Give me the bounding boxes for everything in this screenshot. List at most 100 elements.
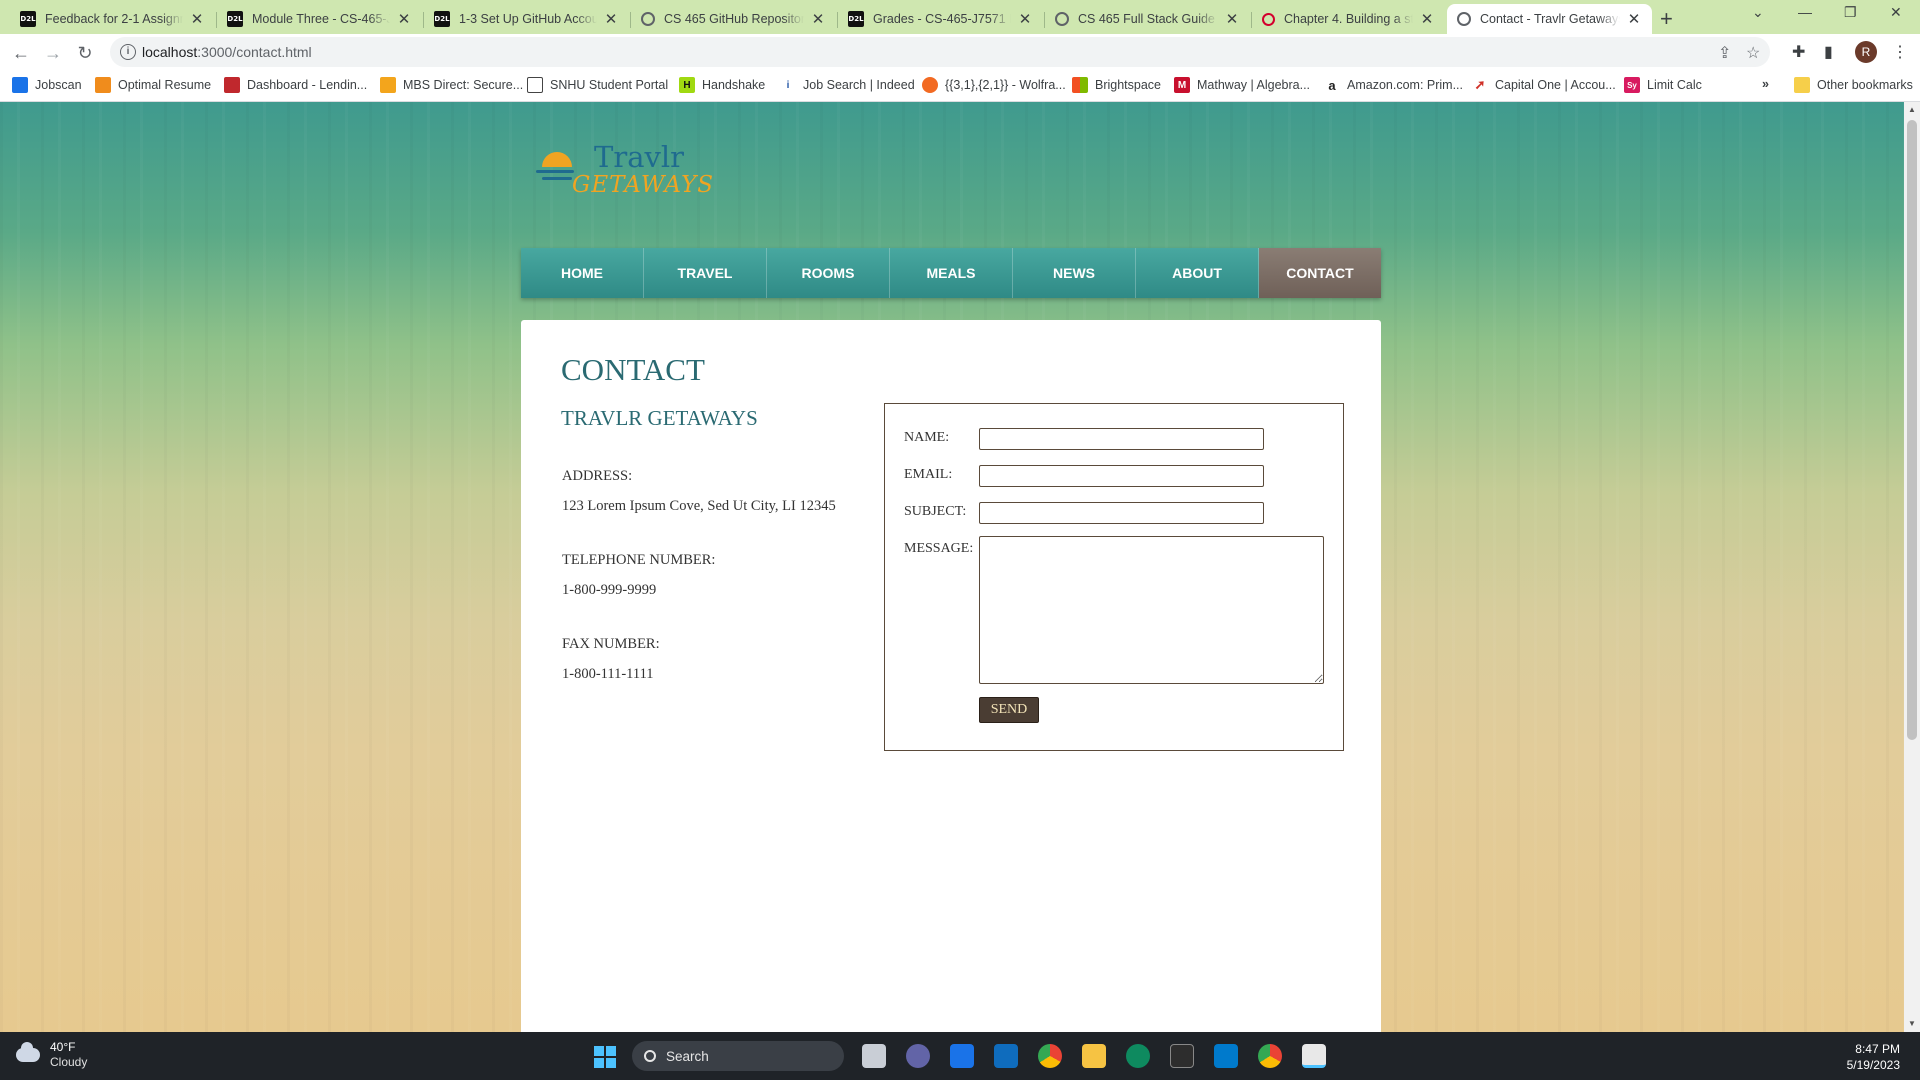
address-url[interactable]: localhost:3000/contact.html — [142, 44, 312, 60]
close-icon[interactable]: ✕ — [1626, 10, 1642, 28]
indeed-icon: i — [780, 77, 796, 93]
d2l-icon: D2L — [434, 11, 450, 27]
nav-news[interactable]: NEWS — [1013, 248, 1136, 298]
bookmark-handshake[interactable]: H Handshake — [679, 77, 765, 93]
bookmark-mbs-direct[interactable]: MBS Direct: Secure... — [380, 77, 523, 93]
logo-word-getaways: GETAWAYS — [572, 172, 715, 198]
more-bookmarks-chevron-icon[interactable]: » — [1762, 77, 1769, 91]
d2l-icon: D2L — [227, 11, 243, 27]
nav-rooms[interactable]: ROOMS — [767, 248, 890, 298]
email-field[interactable] — [979, 465, 1264, 487]
new-tab-button[interactable]: + — [1660, 6, 1673, 32]
file-explorer-icon[interactable] — [1082, 1044, 1106, 1068]
back-arrow-icon[interactable]: ← — [8, 40, 34, 66]
page-scrollbar[interactable]: ▲ ▼ — [1904, 102, 1920, 1032]
limit-calc-icon: Sy — [1624, 77, 1640, 93]
bookmark-brightspace[interactable]: Brightspace — [1072, 77, 1161, 93]
tab-module-three[interactable]: D2L Module Three - CS-465-J7571 ✕ — [217, 4, 422, 34]
nav-home[interactable]: HOME — [521, 248, 644, 298]
globe-icon — [1055, 12, 1069, 26]
bookmark-capital-one[interactable]: ➚ Capital One | Accou... — [1472, 77, 1616, 93]
address-bar[interactable]: i localhost:3000/contact.html ⇪ ☆ — [110, 37, 1770, 67]
bookmark-mathway[interactable]: M Mathway | Algebra... — [1174, 77, 1310, 93]
bookmark-indeed[interactable]: i Job Search | Indeed — [780, 77, 915, 93]
tab-title: Feedback for 2-1 Assignment — [45, 12, 183, 26]
minimize-icon[interactable]: — — [1798, 4, 1812, 20]
bookmark-jobscan[interactable]: Jobscan — [12, 77, 82, 93]
chrome-profile-icon[interactable] — [1258, 1044, 1282, 1068]
nav-about[interactable]: ABOUT — [1136, 248, 1259, 298]
scroll-up-icon[interactable]: ▲ — [1904, 102, 1920, 118]
tab-github-setup[interactable]: D2L 1-3 Set Up GitHub Account ✕ — [424, 4, 629, 34]
chrome-icon[interactable] — [1038, 1044, 1062, 1068]
profile-avatar[interactable]: R — [1855, 41, 1877, 63]
bookmark-amazon[interactable]: a Amazon.com: Prim... — [1324, 77, 1463, 93]
close-icon[interactable]: ✕ — [603, 10, 619, 28]
weather-widget[interactable]: 40°F Cloudy — [16, 1040, 87, 1070]
travlr-logo[interactable]: Travlr GETAWAYS — [532, 140, 715, 200]
reload-icon[interactable]: ↻ — [72, 40, 98, 66]
side-panel-icon[interactable]: ▮ — [1824, 42, 1833, 62]
bookmark-label: MBS Direct: Secure... — [403, 78, 524, 92]
bookmark-snhu-portal[interactable]: SNHU Student Portal — [527, 77, 668, 93]
clock-date: 5/19/2023 — [1846, 1058, 1900, 1072]
close-icon[interactable]: ✕ — [1224, 10, 1240, 28]
calendar-icon[interactable] — [994, 1044, 1018, 1068]
address-value: 123 Lorem Ipsum Cove, Sed Ut City, LI 12… — [562, 498, 836, 514]
teams-icon[interactable] — [906, 1044, 930, 1068]
tab-chapter-4[interactable]: Chapter 4. Building a static ✕ — [1252, 4, 1445, 34]
extensions-puzzle-icon[interactable]: ✚ — [1792, 42, 1805, 62]
nav-contact[interactable]: CONTACT — [1259, 248, 1381, 298]
message-textarea[interactable] — [979, 536, 1324, 684]
site-info-icon[interactable]: i — [120, 44, 136, 60]
close-icon[interactable]: ✕ — [810, 10, 826, 28]
windows-start-icon[interactable] — [594, 1046, 616, 1068]
forward-arrow-icon[interactable]: → — [40, 40, 66, 66]
mail-icon[interactable] — [950, 1044, 974, 1068]
bookmark-star-icon[interactable]: ☆ — [1746, 43, 1760, 63]
capital-one-icon: ➚ — [1472, 77, 1488, 93]
system-clock[interactable]: 8:47 PM 5/19/2023 — [1820, 1041, 1900, 1073]
tab-grades[interactable]: D2L Grades - CS-465-J7571 Full ✕ — [838, 4, 1043, 34]
terminal-icon[interactable] — [1170, 1044, 1194, 1068]
url-path: :3000/contact.html — [197, 44, 312, 60]
bookmark-label: Optimal Resume — [118, 78, 212, 92]
oreilly-icon — [1262, 12, 1275, 26]
task-view-icon[interactable] — [862, 1044, 886, 1068]
bookmark-wolfram[interactable]: {{3,1},{2,1}} - Wolfra... — [922, 77, 1066, 93]
bookmark-dashboard-lending[interactable]: Dashboard - Lendin... — [224, 77, 367, 93]
name-field[interactable] — [979, 428, 1264, 450]
subject-field[interactable] — [979, 502, 1264, 524]
restore-icon[interactable]: ❐ — [1844, 4, 1857, 21]
contact-form: NAME: EMAIL: SUBJECT: MESSAGE: SEND — [884, 403, 1344, 751]
share-icon[interactable]: ⇪ — [1718, 43, 1731, 63]
handshake-icon: H — [679, 77, 695, 93]
bookmark-optimal-resume[interactable]: Optimal Resume — [95, 77, 211, 93]
chevron-down-icon[interactable]: ⌄ — [1752, 4, 1764, 21]
tab-feedback[interactable]: D2L Feedback for 2-1 Assignment ✕ — [10, 4, 215, 34]
other-bookmarks[interactable]: Other bookmarks — [1794, 77, 1913, 93]
close-icon[interactable]: ✕ — [1017, 10, 1033, 28]
taskbar-search[interactable]: Search — [632, 1041, 844, 1071]
send-button[interactable]: SEND — [979, 697, 1039, 723]
telephone-label: TELEPHONE NUMBER: — [562, 552, 716, 568]
close-icon[interactable]: ✕ — [189, 10, 205, 28]
scroll-down-icon[interactable]: ▼ — [1904, 1016, 1920, 1032]
mongodb-icon[interactable] — [1126, 1044, 1150, 1068]
tab-full-stack-guide[interactable]: CS 465 Full Stack Guide ✕ — [1045, 4, 1250, 34]
jobscan-icon — [12, 77, 28, 93]
snipping-tool-icon[interactable] — [1302, 1044, 1326, 1068]
bookmark-label: Job Search | Indeed — [803, 78, 915, 92]
close-icon[interactable]: ✕ — [396, 10, 412, 28]
vscode-icon[interactable] — [1214, 1044, 1238, 1068]
amazon-icon: a — [1324, 77, 1340, 93]
nav-meals[interactable]: MEALS — [890, 248, 1013, 298]
menu-kebab-icon[interactable]: ⋮ — [1892, 42, 1908, 62]
nav-travel[interactable]: TRAVEL — [644, 248, 767, 298]
scrollbar-thumb[interactable] — [1907, 120, 1917, 740]
close-window-icon[interactable]: ✕ — [1890, 4, 1902, 21]
tab-contact-active[interactable]: Contact - Travlr Getaways ✕ — [1447, 4, 1652, 34]
tab-github-repo[interactable]: CS 465 GitHub Repository ✕ — [631, 4, 836, 34]
close-icon[interactable]: ✕ — [1419, 10, 1435, 28]
bookmark-limit-calc[interactable]: Sy Limit Calc — [1624, 77, 1702, 93]
